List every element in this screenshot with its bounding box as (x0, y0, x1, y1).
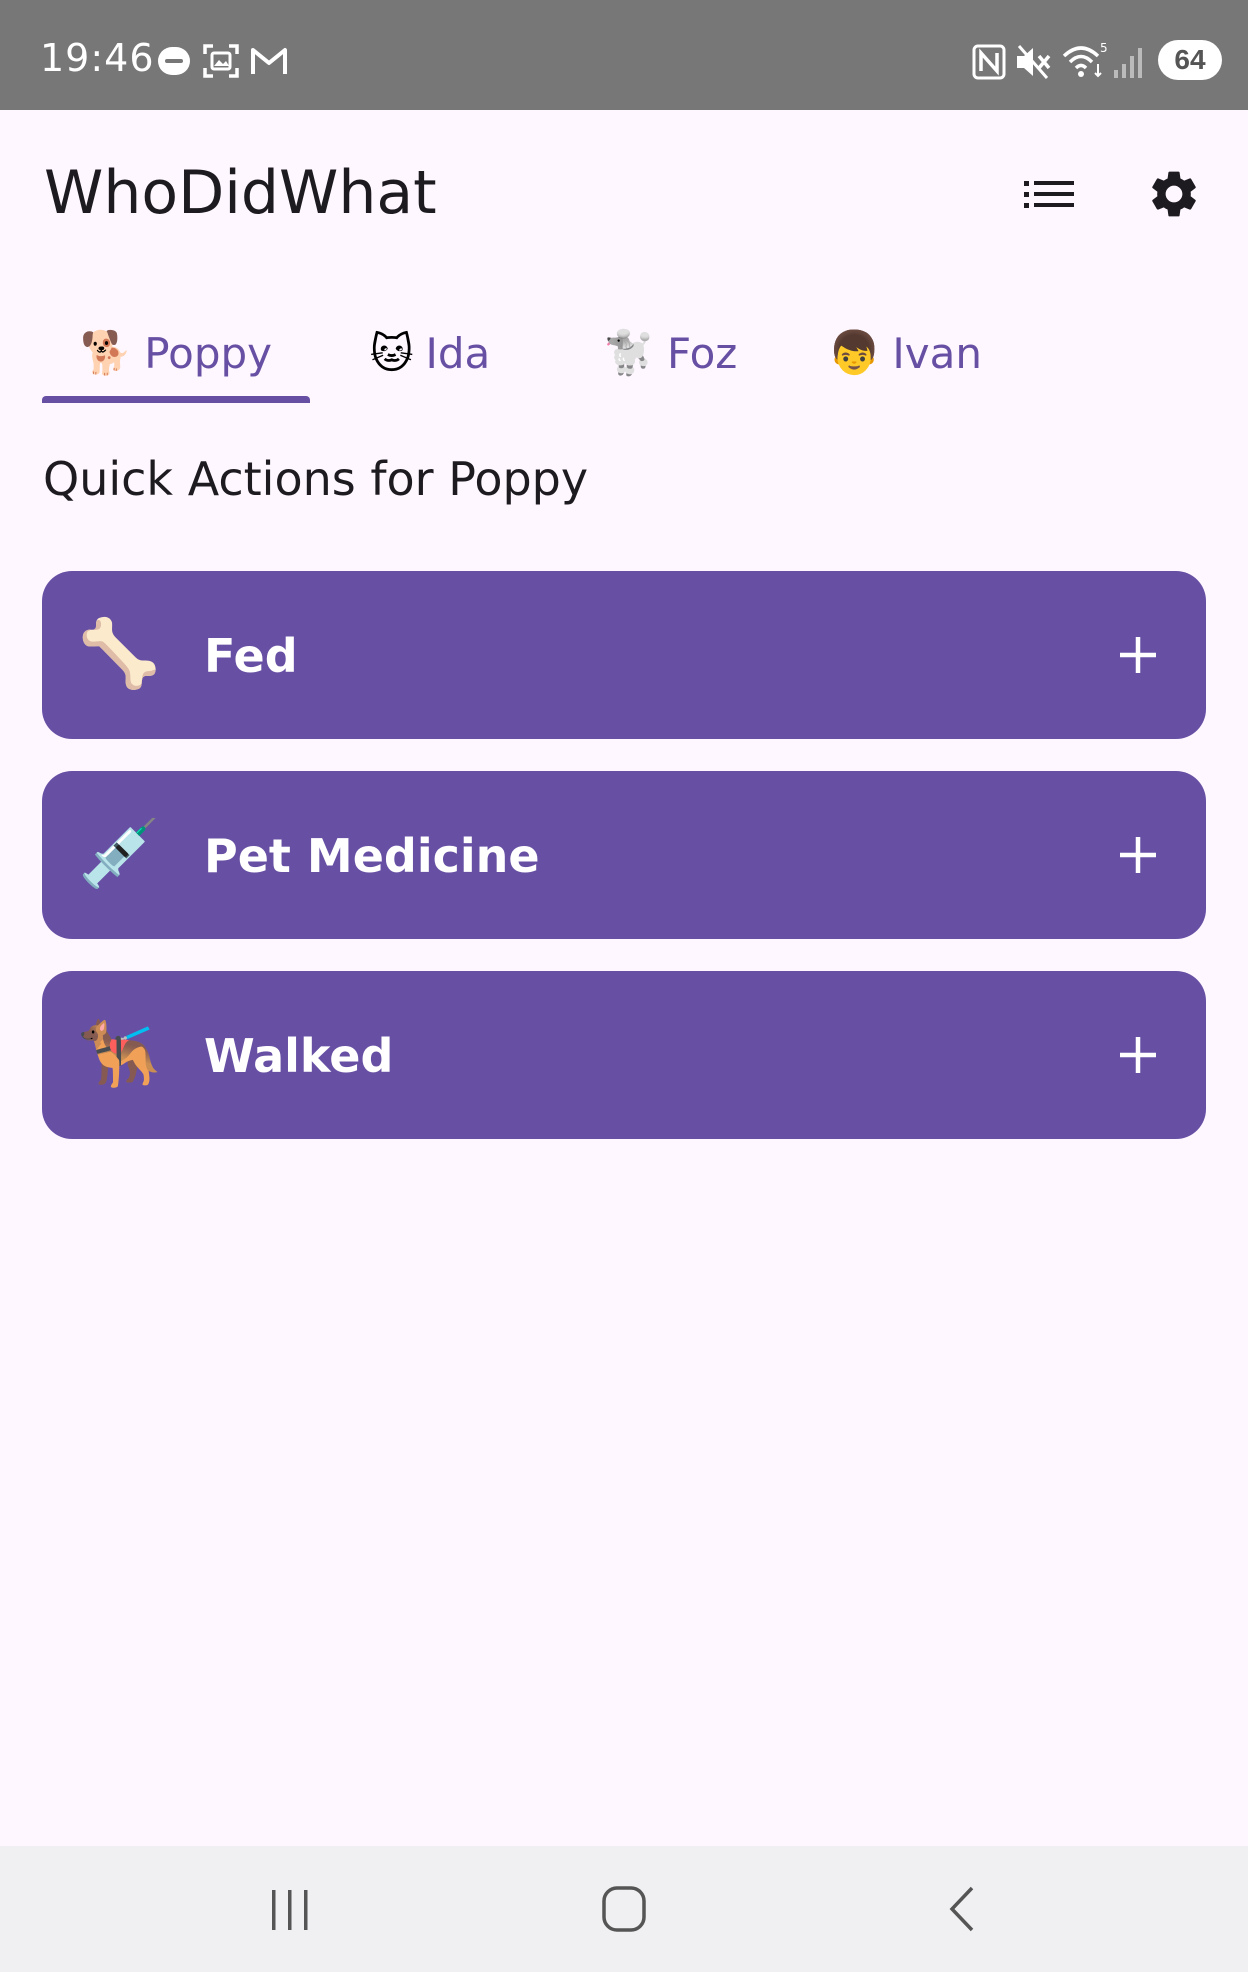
gmail-icon (251, 48, 287, 74)
boy-icon: 👦 (828, 328, 881, 377)
app-title: WhoDidWhat (44, 158, 437, 228)
tab-foz[interactable]: 🐩 Foz (570, 300, 770, 406)
home-icon[interactable] (584, 1876, 664, 1942)
quick-action-label: Fed (204, 629, 298, 683)
pet-tabs: 🐕 Poppy 🐱 Ida 🐩 Foz 👦 Ivan (0, 300, 1248, 406)
status-bar: 19:46 5 64 (0, 0, 1248, 110)
battery-icon: 64 (1158, 40, 1222, 80)
wifi-icon: 5 (1062, 42, 1108, 78)
nfc-icon (972, 44, 1006, 80)
signal-icon (1114, 48, 1142, 78)
dog-icon: 🐕 (80, 328, 133, 377)
quick-action-label: Walked (204, 1029, 394, 1083)
recents-icon[interactable] (250, 1876, 330, 1942)
plus-icon (1120, 637, 1156, 673)
selected-tab-indicator (42, 396, 310, 403)
cat-icon: 🐱 (369, 328, 414, 378)
back-icon[interactable] (920, 1876, 1000, 1942)
tab-label: Foz (666, 328, 738, 378)
service-dog-icon: 🐕‍🦺 (78, 1016, 161, 1090)
quick-action-fed[interactable]: 🦴 Fed (42, 571, 1206, 739)
tab-poppy[interactable]: 🐕 Poppy (42, 300, 310, 406)
poodle-icon: 🐩 (602, 328, 655, 377)
syringe-icon: 💉 (78, 816, 161, 890)
status-time: 19:46 (40, 36, 155, 80)
section-title: Quick Actions for Poppy (43, 452, 589, 506)
tab-label: Ida (425, 328, 491, 378)
tab-ida[interactable]: 🐱 Ida (330, 300, 530, 406)
tab-label: Ivan (892, 328, 982, 378)
list-icon[interactable] (1022, 178, 1076, 212)
svg-text:5: 5 (1100, 42, 1108, 55)
plus-icon (1120, 837, 1156, 873)
plus-icon (1120, 1037, 1156, 1073)
battery-level: 64 (1174, 44, 1206, 75)
tab-ivan[interactable]: 👦 Ivan (800, 300, 1010, 406)
quick-action-pet-medicine[interactable]: 💉 Pet Medicine (42, 771, 1206, 939)
quick-action-walked[interactable]: 🐕‍🦺 Walked (42, 971, 1206, 1139)
screenshot-icon (203, 44, 239, 78)
settings-icon[interactable] (1146, 166, 1202, 222)
tab-label: Poppy (144, 328, 272, 378)
bone-icon: 🦴 (78, 616, 161, 690)
quick-action-label: Pet Medicine (204, 829, 540, 883)
mute-icon (1017, 45, 1051, 79)
system-nav-bar (0, 1846, 1248, 1972)
wear-os-icon (158, 47, 190, 75)
